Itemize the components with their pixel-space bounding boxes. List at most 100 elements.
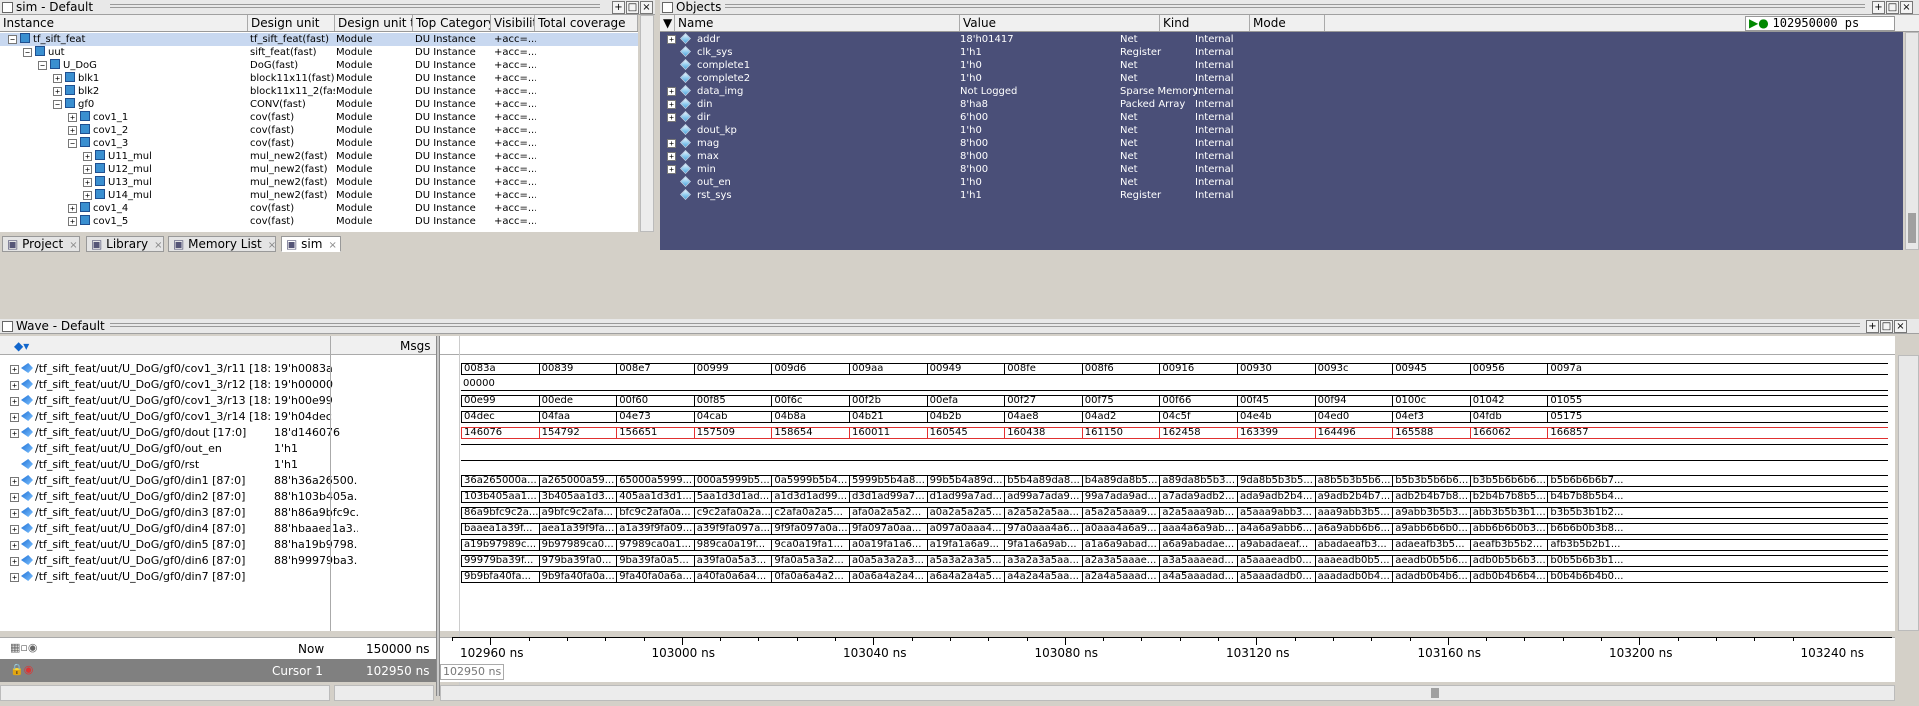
- cursor-row[interactable]: 🔒◉ Cursor 1 102950 ns: [0, 659, 436, 682]
- title-grip[interactable]: [110, 323, 1860, 327]
- object-row[interactable]: + mag 8'h00 Net Internal: [660, 137, 1903, 150]
- collapse-icon[interactable]: −: [38, 61, 47, 70]
- object-row[interactable]: + min 8'h00 Net Internal: [660, 163, 1903, 176]
- object-row[interactable]: complete2 1'h0 Net Internal: [660, 72, 1903, 85]
- instance-row[interactable]: + blk2 block11x11_2(fast)Module DU Instance…: [0, 85, 638, 98]
- instance-row[interactable]: + U14_mul mul_new2(fast) Module DU Instance +…: [0, 189, 638, 202]
- signal-horizontal-scrollbar[interactable]: [0, 685, 330, 701]
- instance-row[interactable]: + U12_mul mul_new2(fast) Module DU Instance +…: [0, 163, 638, 176]
- expand-icon[interactable]: +: [667, 35, 676, 44]
- wave-signal-row[interactable]: + /tf_sift_feat/uut/U_DoG/gf0/din7 [87:0]…: [0, 569, 1888, 585]
- tab-project[interactable]: ▣ Project ×: [2, 236, 80, 252]
- tab-close-icon[interactable]: ×: [69, 240, 77, 251]
- tab-library[interactable]: ▣ Library ×: [86, 236, 164, 252]
- object-row[interactable]: + din 8'ha8 Packed Array Internal: [660, 98, 1903, 111]
- wave-tool-icon[interactable]: ◆▾: [14, 339, 29, 353]
- close-icon[interactable]: ×: [1894, 320, 1907, 333]
- wave-signal-row[interactable]: + /tf_sift_feat/uut/U_DoG/gf0/din2 [87:0]…: [0, 489, 1888, 505]
- expand-icon[interactable]: +: [10, 573, 19, 582]
- tab-close-icon[interactable]: ×: [154, 240, 162, 251]
- expand-icon[interactable]: +: [10, 525, 19, 534]
- expand-icon[interactable]: +: [10, 397, 19, 406]
- expand-icon[interactable]: +: [10, 381, 19, 390]
- instance-row[interactable]: + blk1 block11x11(fast) Module DU Instance +a…: [0, 72, 638, 85]
- instance-row[interactable]: − cov1_3 cov(fast) Module DU Instance +acc=..…: [0, 137, 638, 150]
- expand-icon[interactable]: +: [83, 152, 92, 161]
- wave-signal-row[interactable]: + /tf_sift_feat/uut/U_DoG/gf0/cov1_3/r11 …: [0, 361, 1888, 377]
- scroll-thumb[interactable]: [1908, 213, 1916, 243]
- expand-icon[interactable]: +: [667, 152, 676, 161]
- scroll-thumb[interactable]: [1431, 688, 1439, 698]
- object-row[interactable]: clk_sys 1'h1 Register Internal: [660, 46, 1903, 59]
- object-row[interactable]: + max 8'h00 Net Internal: [660, 150, 1903, 163]
- instance-row[interactable]: − tf_sift_feat tf_sift_feat(fast) Module DU …: [0, 33, 638, 46]
- wave-signal-row[interactable]: + /tf_sift_feat/uut/U_DoG/gf0/din1 [87:0]…: [0, 473, 1888, 489]
- wave-signal-row[interactable]: /tf_sift_feat/uut/U_DoG/gf0/out_en 1'h1: [0, 441, 1888, 457]
- cursor-line[interactable]: [459, 336, 460, 688]
- instance-row[interactable]: + cov1_4 cov(fast) Module DU Instance +acc=..…: [0, 202, 638, 215]
- expand-icon[interactable]: +: [10, 541, 19, 550]
- collapse-icon[interactable]: −: [8, 35, 17, 44]
- object-row[interactable]: + data_img Not Logged Sparse Memory Internal: [660, 85, 1903, 98]
- expand-icon[interactable]: +: [83, 165, 92, 174]
- instance-row[interactable]: − uut sift_feat(fast) Module DU Instance +acc…: [0, 46, 638, 59]
- expand-icon[interactable]: +: [53, 87, 62, 96]
- dock-icon[interactable]: +: [1872, 1, 1885, 14]
- dock-icon[interactable]: +: [612, 1, 625, 14]
- dock-icon[interactable]: +: [1866, 320, 1879, 333]
- expand-icon[interactable]: +: [667, 100, 676, 109]
- expand-icon[interactable]: +: [10, 477, 19, 486]
- col-total-coverage[interactable]: Total coverage: [535, 15, 638, 31]
- instance-row[interactable]: + U11_mul mul_new2(fast) Module DU Instance +…: [0, 150, 638, 163]
- instance-row[interactable]: + cov1_1 cov(fast) Module DU Instance +acc=..…: [0, 111, 638, 124]
- object-row[interactable]: complete1 1'h0 Net Internal: [660, 59, 1903, 72]
- col-value[interactable]: Value: [960, 15, 1160, 31]
- wave-signal-row[interactable]: + /tf_sift_feat/uut/U_DoG/gf0/din5 [87:0]…: [0, 537, 1888, 553]
- close-icon[interactable]: ×: [640, 1, 653, 14]
- wave-signal-row[interactable]: + /tf_sift_feat/uut/U_DoG/gf0/dout [17:0]…: [0, 425, 1888, 441]
- collapse-icon[interactable]: −: [68, 139, 77, 148]
- expand-icon[interactable]: +: [68, 113, 77, 122]
- wave-signal-row[interactable]: + /tf_sift_feat/uut/U_DoG/gf0/din4 [87:0]…: [0, 521, 1888, 537]
- expand-icon[interactable]: +: [667, 165, 676, 174]
- wave-vertical-scrollbar[interactable]: [1898, 355, 1919, 631]
- tab-close-icon[interactable]: ×: [268, 240, 276, 251]
- now-icons[interactable]: ▦▫◉: [10, 641, 37, 654]
- instance-row[interactable]: − gf0 CONV(fast) Module DU Instance +acc=...: [0, 98, 638, 111]
- object-row[interactable]: rst_sys 1'h1 Register Internal: [660, 189, 1903, 202]
- expand-icon[interactable]: +: [53, 74, 62, 83]
- expand-icon[interactable]: +: [68, 204, 77, 213]
- close-icon[interactable]: ×: [1900, 1, 1913, 14]
- undock-icon[interactable]: □: [1886, 1, 1899, 14]
- col-instance[interactable]: Instance: [0, 15, 248, 31]
- tab-sim[interactable]: ▣ sim ×: [281, 236, 341, 252]
- object-row[interactable]: + dir 6'h00 Net Internal: [660, 111, 1903, 124]
- expand-icon[interactable]: +: [667, 113, 676, 122]
- title-grip[interactable]: [725, 4, 1865, 8]
- objects-vertical-scrollbar[interactable]: [1905, 32, 1919, 250]
- expand-icon[interactable]: +: [68, 126, 77, 135]
- collapse-icon[interactable]: −: [23, 48, 32, 57]
- wave-signal-row[interactable]: + /tf_sift_feat/uut/U_DoG/gf0/din3 [87:0]…: [0, 505, 1888, 521]
- col-design-unit-type[interactable]: Design unit type: [335, 15, 413, 31]
- col-filter[interactable]: ▼: [660, 15, 675, 31]
- object-row[interactable]: out_en 1'h0 Net Internal: [660, 176, 1903, 189]
- instance-row[interactable]: − U_DoG DoG(fast) Module DU Instance +acc=...: [0, 59, 638, 72]
- object-row[interactable]: + addr 18'h01417 Net Internal: [660, 33, 1903, 46]
- value-horizontal-scrollbar[interactable]: [334, 685, 434, 701]
- wave-signal-row[interactable]: + /tf_sift_feat/uut/U_DoG/gf0/cov1_3/r13 …: [0, 393, 1888, 409]
- collapse-icon[interactable]: −: [53, 100, 62, 109]
- expand-icon[interactable]: +: [10, 557, 19, 566]
- expand-icon[interactable]: +: [83, 178, 92, 187]
- title-grip[interactable]: [110, 4, 600, 8]
- expand-icon[interactable]: +: [10, 413, 19, 422]
- undock-icon[interactable]: □: [1880, 320, 1893, 333]
- wave-horizontal-scrollbar[interactable]: [440, 685, 1895, 701]
- wave-signal-row[interactable]: + /tf_sift_feat/uut/U_DoG/gf0/din6 [87:0]…: [0, 553, 1888, 569]
- expand-icon[interactable]: +: [83, 191, 92, 200]
- col-design-unit[interactable]: Design unit: [248, 15, 335, 31]
- expand-icon[interactable]: +: [68, 217, 77, 226]
- col-visibility[interactable]: Visibility: [491, 15, 535, 31]
- expand-icon[interactable]: +: [667, 139, 676, 148]
- wave-signal-row[interactable]: + /tf_sift_feat/uut/U_DoG/gf0/cov1_3/r12 …: [0, 377, 1888, 393]
